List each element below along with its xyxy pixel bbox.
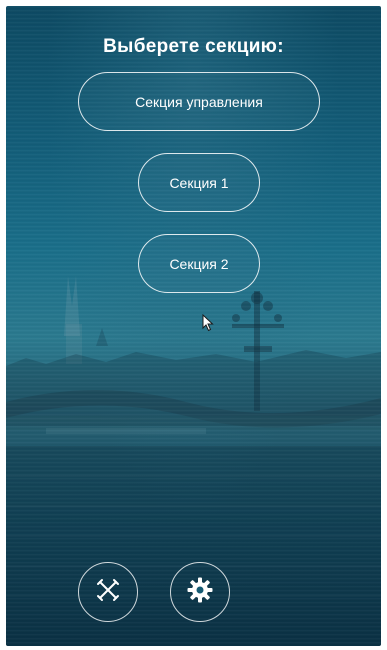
- section-1-label: Секция 1: [169, 174, 229, 191]
- close-tools-button[interactable]: [78, 562, 138, 622]
- section-2-button[interactable]: Секция 2: [138, 234, 260, 293]
- mouse-cursor-icon: [202, 313, 214, 337]
- section-select-screen: Выберете секцию: Секция управления Секци…: [6, 6, 381, 646]
- section-1-button[interactable]: Секция 1: [138, 153, 260, 212]
- close-tools-icon: [94, 576, 122, 609]
- gear-icon: [186, 576, 214, 609]
- section-2-label: Секция 2: [169, 255, 229, 272]
- control-section-button[interactable]: Секция управления: [78, 72, 320, 131]
- control-section-label: Секция управления: [135, 93, 263, 110]
- settings-button[interactable]: [170, 562, 230, 622]
- page-title: Выберете секцию:: [103, 36, 284, 57]
- app-frame: Выберете секцию: Секция управления Секци…: [0, 0, 387, 650]
